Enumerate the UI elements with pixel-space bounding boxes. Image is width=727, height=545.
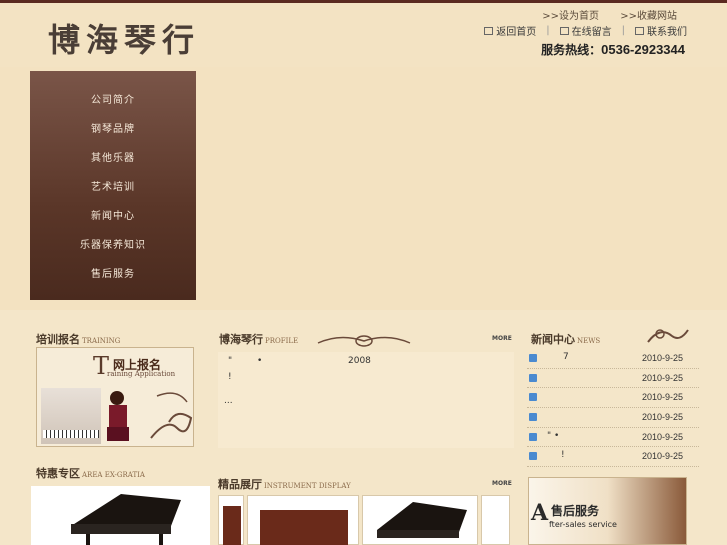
showroom-title-en: INSTRUMENT DISPLAY [264,482,351,490]
profile-text-b: • [257,356,263,366]
bullet-icon [529,373,537,382]
showroom-item[interactable] [247,495,359,545]
menu-item-other-instruments[interactable]: 其他乐器 [30,147,196,176]
grand-piano-image [71,494,181,545]
upright-piano-image [223,506,241,545]
training-title: 培训报名 [36,333,80,346]
nav-separator: | [546,25,550,36]
after-sales-title: 售后服务 [551,504,600,518]
after-sales-sub: fter-sales service [549,520,617,529]
news-item-date: 2010-9-25 [641,431,683,442]
home-icon [484,26,494,35]
news-item[interactable]: 7 2010-9-25 [527,349,699,369]
deals-heading: 特惠专区 AREA EX-GRATIA [36,465,145,481]
hotline-label: 服务热线： [541,43,602,57]
profile-more-ellipsis[interactable]: ... [224,396,233,406]
profile-content: " • 2008 ! ... [218,352,514,448]
pianist-figure [107,391,129,441]
training-banner-sub: raining Application [107,370,176,378]
news-list: 7 2010-9-25 2010-9-25 2010-9-25 2010-9-25… [527,349,699,468]
menu-item-maintenance[interactable]: 乐器保养知识 [30,234,196,263]
training-heading: 培训报名 TRAINING [36,331,120,347]
news-item-date: 2010-9-25 [641,392,683,403]
contact-icon [635,26,644,35]
showroom-heading: 精品展厅 INSTRUMENT DISPLAY [218,476,351,492]
news-heading: 新闻中心 NEWS [531,331,600,347]
header-nav: 返回首页 | 在线留言 | 联系我们 [484,23,687,38]
bookmark-link[interactable]: >>收藏网站 [620,11,677,22]
showroom-item[interactable] [481,495,510,545]
bullet-icon [529,413,537,422]
news-item-title[interactable]: " • [547,431,559,441]
main-menu: 公司简介 钢琴品牌 其他乐器 艺术培训 新闻中心 乐器保养知识 售后服务 [30,71,196,300]
bullet-icon [529,354,537,362]
training-title-en: TRAINING [82,337,121,345]
contact-link[interactable]: 联系我们 [647,23,687,38]
mail-icon [559,26,569,35]
upright-piano-image [260,510,348,545]
news-item-title[interactable]: 7 [563,352,569,362]
news-item[interactable]: 2010-9-25 [527,408,699,428]
profile-heading: 博海琴行 PROFILE [219,331,298,347]
deals-title-en: AREA EX-GRATIA [82,471,145,479]
news-title: 新闻中心 [531,333,575,346]
menu-item-piano-brands[interactable]: 钢琴品牌 [30,118,196,147]
piano-keys [43,430,99,438]
news-item-date: 2010-9-25 [641,451,683,462]
bullet-icon [529,393,537,402]
news-item-date: 2010-9-25 [641,353,683,363]
back-home-link[interactable]: 返回首页 [496,23,536,38]
profile-line-2: ! [228,372,232,382]
profile-ornament [317,335,411,347]
news-item[interactable]: 2010-9-25 [527,369,699,389]
header: 博海琴行 >>设为首页 >>收藏网站 返回首页 | 在线留言 | 联系我们 服务… [0,3,727,67]
swirl-ornament [150,392,193,439]
message-link[interactable]: 在线留言 [572,23,612,38]
news-title-en: NEWS [577,337,601,345]
nav-separator: | [621,25,625,36]
deals-title: 特惠专区 [36,467,80,480]
training-banner[interactable]: T 网上报名 raining Application [36,347,194,447]
news-item[interactable]: 2010-9-25 [527,388,699,409]
site-logo[interactable]: 博海琴行 [48,15,200,61]
after-sales-banner[interactable]: A 售后服务 fter-sales service [528,477,687,545]
menu-item-art-training[interactable]: 艺术培训 [30,176,196,205]
showroom-item[interactable] [218,495,244,545]
menu-item-about[interactable]: 公司简介 [30,89,196,118]
profile-title: 博海琴行 [219,333,263,346]
profile-more-link[interactable]: MORE [492,335,512,342]
showroom-title: 精品展厅 [218,478,262,491]
after-sales-letter: A [531,500,549,526]
set-homepage-link[interactable]: >>设为首页 [542,11,599,22]
grand-piano-image [377,502,467,538]
menu-item-after-sales[interactable]: 售后服务 [30,263,196,292]
news-item[interactable]: " • 2010-9-25 [527,428,699,448]
profile-line-1: " • 2008 [228,356,371,366]
profile-year: 2008 [348,356,371,366]
hotline: 服务热线：0536-2923344 [541,41,685,58]
showroom-more-link[interactable]: MORE [492,480,512,487]
news-item-date: 2010-9-25 [641,372,683,383]
news-item[interactable]: ! 2010-9-25 [527,447,699,468]
bullet-icon [529,452,537,461]
news-ornament [647,329,689,343]
pianist-image [41,388,101,444]
deal-product-image[interactable] [31,486,210,545]
profile-text-a: " [228,356,233,366]
showroom-gallery [218,495,510,545]
bullet-icon [529,432,537,441]
news-item-title[interactable]: ! [561,450,565,460]
top-links: >>设为首页 >>收藏网站 [524,7,677,22]
showroom-item[interactable] [362,495,478,545]
profile-title-en: PROFILE [265,337,299,345]
hotline-number: 0536-2923344 [601,42,685,57]
menu-item-news[interactable]: 新闻中心 [30,205,196,234]
news-item-date: 2010-9-25 [641,412,683,423]
